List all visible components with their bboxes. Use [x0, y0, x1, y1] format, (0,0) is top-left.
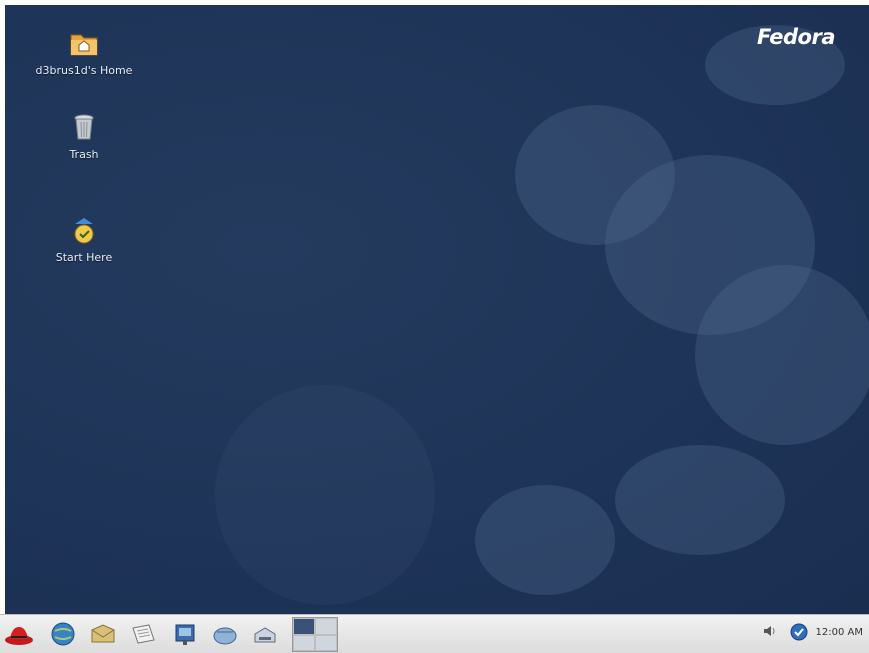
- volume-control[interactable]: [762, 623, 778, 639]
- fedora-logo-text: Fedora: [757, 25, 835, 49]
- workspace-4[interactable]: [315, 634, 337, 651]
- workspace-1[interactable]: [293, 618, 315, 635]
- office-writer-launcher[interactable]: [128, 619, 158, 649]
- desktop-icon-start-here-label: Start Here: [55, 251, 113, 264]
- desktop-icon-trash-label: Trash: [69, 148, 99, 161]
- web-browser-icon: [51, 622, 75, 646]
- office-impress-icon: [175, 624, 195, 645]
- volume-icon: [764, 626, 775, 636]
- office-writer-icon: [132, 624, 155, 644]
- print-manager-launcher[interactable]: [250, 619, 280, 649]
- email-icon: [91, 624, 115, 643]
- office-calc-icon: [213, 627, 237, 645]
- print-manager-icon: [254, 627, 276, 643]
- main-menu-button[interactable]: [4, 619, 34, 649]
- office-calc-launcher[interactable]: [210, 619, 240, 649]
- desktop-icon-home-label: d3brus1d's Home: [35, 64, 133, 77]
- home-folder-icon: [70, 34, 98, 56]
- desktop-icon-home[interactable]: d3brus1d's Home: [29, 27, 139, 77]
- email-launcher[interactable]: [88, 619, 118, 649]
- desktop-icon-start-here[interactable]: Start Here: [29, 214, 139, 264]
- workspace-3[interactable]: [293, 634, 315, 651]
- workspace-2[interactable]: [315, 618, 337, 635]
- bottom-panel: 12:00 AM: [0, 614, 869, 653]
- web-browser-launcher[interactable]: [48, 619, 78, 649]
- update-notifier-icon: [790, 623, 808, 641]
- office-impress-launcher[interactable]: [170, 619, 200, 649]
- desktop-icon-trash[interactable]: Trash: [29, 111, 139, 161]
- trash-icon: [74, 114, 94, 140]
- start-here-icon: [74, 218, 94, 244]
- screen: Fedora d3brus1d's Home Trash Start Here …: [0, 0, 869, 653]
- update-notifier[interactable]: [790, 623, 808, 641]
- workspace-switcher[interactable]: [292, 617, 338, 652]
- redhat-main-menu-icon: [5, 627, 33, 645]
- desktop-background: Fedora d3brus1d's Home Trash Start Here: [5, 5, 869, 614]
- panel-clock[interactable]: 12:00 AM: [816, 627, 863, 638]
